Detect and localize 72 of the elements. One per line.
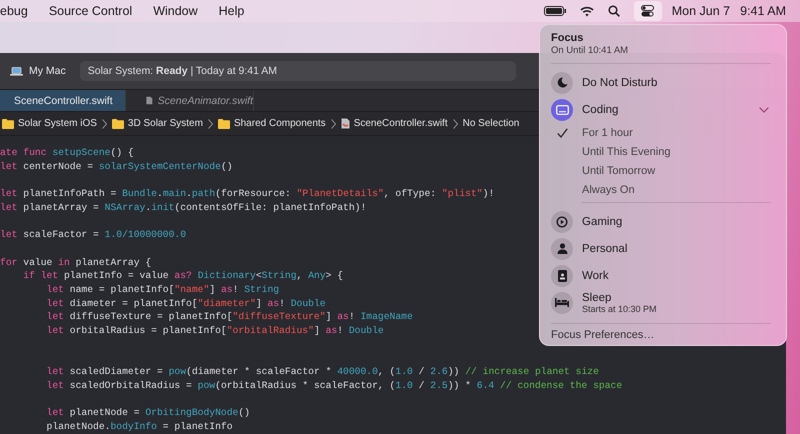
battery-icon[interactable] (544, 6, 566, 16)
folder-icon (112, 118, 124, 128)
code-line: let scaledOrbitalRadius = pow(orbitalRadius * scaleFactor, (1.0 / 2.5)) * 6.4 // condense the space (46, 378, 622, 392)
chevron-icon (102, 118, 107, 128)
mode-name: Gaming (582, 216, 624, 228)
file-tab[interactable]: SceneController.swift (0, 90, 126, 111)
activity-status-field: Solar System: Ready | Today at 9:41 AM (80, 61, 516, 81)
breadcrumb-item[interactable]: SceneController.swift (354, 118, 448, 129)
code-line: let name = planetInfo["name"] as! String (46, 282, 280, 297)
code-line: if let planetInfo = value as? Dictionary<String, Any> { (22, 269, 344, 283)
mode-name: Sleep (582, 292, 612, 304)
folder-icon (2, 118, 14, 128)
run-destination[interactable]: My Mac (29, 65, 66, 77)
file-icon (146, 95, 153, 106)
code-line: let planetInfoPath = Bundle.main.path(forResource: "PlanetDetails", ofType: "plist")! (0, 187, 494, 201)
preferences-link[interactable]: Focus Preferences… (551, 329, 775, 341)
code-line: let diffuseTexture = planetInfo["diffuseTexture"] as! ImageName (46, 310, 413, 324)
code-line: planetNode.bodyInfo = planetInfo (46, 420, 233, 434)
play-circle-icon (556, 216, 568, 228)
folder-icon (218, 118, 230, 128)
breadcrumb-item[interactable]: Shared Components (234, 118, 326, 129)
focus-mode-item[interactable]: Personal (551, 235, 775, 262)
code-line: let orbitalRadius = planetInfo["orbitalRadius"] as! Double (46, 324, 384, 338)
menu-bar-date[interactable]: Mon Jun 7 (672, 4, 730, 18)
toggles-icon (641, 5, 654, 17)
duration-option[interactable]: Until This Evening (582, 146, 670, 158)
moon-icon (556, 77, 568, 88)
file-tab[interactable]: SceneAnimator.swift (126, 90, 254, 111)
person-icon (556, 243, 568, 254)
menu-item[interactable]: ebug (0, 4, 28, 18)
control-center-button[interactable] (634, 1, 662, 21)
panel-title: Focus (551, 32, 584, 44)
laptop-icon (10, 66, 23, 76)
focus-mode-item[interactable]: Do Not Disturb (551, 69, 775, 96)
panel-subtitle: On Until 10:41 AM (551, 45, 630, 56)
menu-item[interactable]: Source Control (48, 4, 132, 18)
code-line: let planetNode = OrbitingBodyNode() (46, 406, 250, 420)
wifi-icon[interactable] (580, 6, 594, 16)
menu-item[interactable]: Help (218, 4, 244, 18)
id-badge-icon (558, 270, 566, 282)
code-line: let diameter = planetInfo["diameter"] as! Double (46, 296, 326, 310)
duration-option[interactable]: For 1 hour (582, 126, 633, 138)
focus-mode-item[interactable]: Work (551, 262, 775, 289)
focus-mode-item[interactable]: Coding (551, 96, 775, 123)
code-line: let planetArray = NSArray.init(contentsOfFile: planetInfoPath)! (0, 200, 366, 214)
focus-mode-item[interactable]: Sleep Starts at 10:30 PM (551, 289, 775, 316)
code-line: let centerNode = solarSystemCenterNode() (0, 160, 233, 174)
search-icon[interactable] (608, 5, 620, 17)
mode-name: Personal (582, 242, 628, 254)
mode-name: Coding (582, 104, 620, 116)
focus-mode-item[interactable]: Gaming (551, 208, 775, 235)
menu-item[interactable]: Window (153, 4, 198, 18)
menu-bar-time[interactable]: 9:41 AM (740, 4, 786, 18)
chevron-down-icon[interactable] (759, 106, 769, 112)
code-line: let scaledDiameter = pow(diameter * scaleFactor * 40000.0, (1.0 / 2.6)) // increase planet size (46, 365, 599, 379)
chevron-icon (330, 118, 336, 128)
code-line: let scaleFactor = 1.0/10000000.0 (0, 228, 186, 242)
mode-name: Do Not Disturb (582, 76, 658, 88)
bed-icon (555, 298, 569, 307)
breadcrumb-item[interactable]: No Selection (462, 118, 520, 129)
screen-icon (556, 104, 568, 114)
mode-name: Work (582, 270, 610, 282)
swift-file-icon (340, 118, 350, 129)
duration-option[interactable]: Until Tomorrow (582, 164, 656, 176)
breadcrumb-item[interactable]: Solar System iOS (18, 118, 97, 129)
mode-schedule: Starts at 10:30 PM (582, 304, 658, 314)
chevron-icon (452, 118, 458, 128)
breadcrumb-item[interactable]: 3D Solar System (128, 118, 203, 129)
chevron-icon (208, 118, 213, 128)
code-line: ate func setupScene() { (0, 146, 134, 160)
code-line: for value in planetArray { (0, 256, 152, 270)
duration-option[interactable]: Always On (582, 184, 635, 196)
